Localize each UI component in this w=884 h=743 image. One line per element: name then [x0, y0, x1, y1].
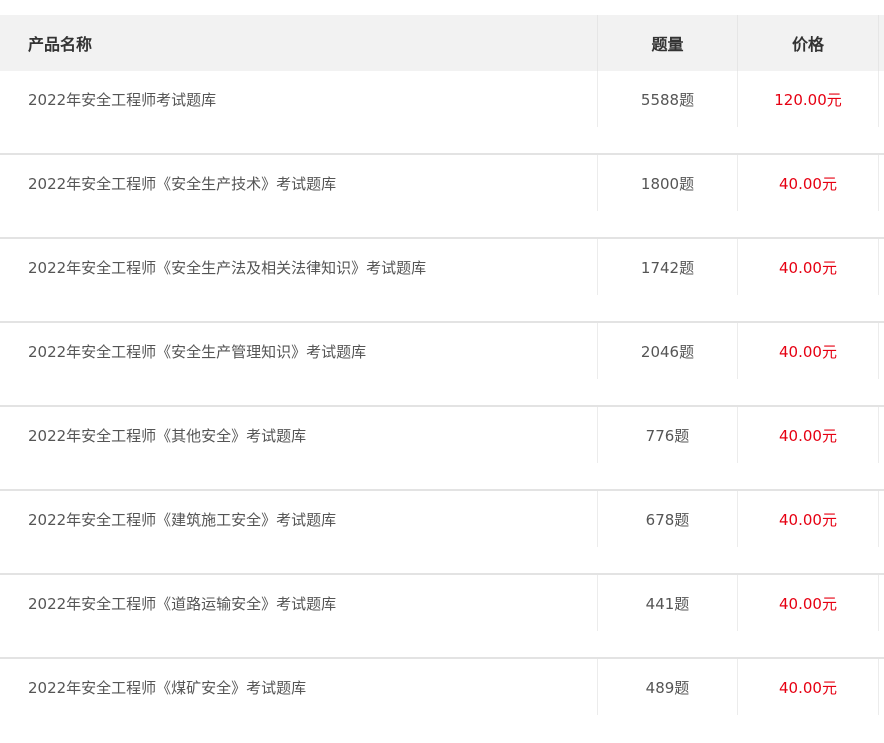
- table-header: 产品名称 题量 价格: [0, 15, 884, 71]
- product-name[interactable]: 2022年安全工程师《安全生产管理知识》考试题库: [0, 323, 597, 379]
- price: 40.00元: [737, 323, 878, 379]
- question-count: 776题: [597, 407, 737, 463]
- extra-column: [878, 323, 884, 379]
- question-count: 1800题: [597, 155, 737, 211]
- table-row[interactable]: 2022年安全工程师《安全生产法及相关法律知识》考试题库 1742题 40.00…: [0, 239, 884, 323]
- table-row[interactable]: 2022年安全工程师考试题库 5588题 120.00元: [0, 71, 884, 155]
- table-row[interactable]: 2022年安全工程师《其他安全》考试题库 776题 40.00元: [0, 407, 884, 491]
- price: 40.00元: [737, 659, 878, 715]
- price: 40.00元: [737, 407, 878, 463]
- question-count: 5588题: [597, 71, 737, 127]
- header-question-count: 题量: [597, 15, 737, 71]
- header-product-name: 产品名称: [28, 35, 93, 54]
- product-name[interactable]: 2022年安全工程师《建筑施工安全》考试题库: [0, 491, 597, 547]
- table-row[interactable]: 2022年安全工程师《建筑施工安全》考试题库 678题 40.00元: [0, 491, 884, 575]
- price: 40.00元: [737, 575, 878, 631]
- question-count: 678题: [597, 491, 737, 547]
- question-count: 489题: [597, 659, 737, 715]
- price: 40.00元: [737, 491, 878, 547]
- price: 120.00元: [737, 71, 878, 127]
- extra-column: [878, 659, 884, 715]
- product-name[interactable]: 2022年安全工程师考试题库: [0, 71, 597, 127]
- question-count: 441题: [597, 575, 737, 631]
- extra-column: [878, 407, 884, 463]
- header-price: 价格: [737, 15, 878, 71]
- table-row[interactable]: 2022年安全工程师《安全生产技术》考试题库 1800题 40.00元: [0, 155, 884, 239]
- question-count: 1742题: [597, 239, 737, 295]
- header-extra-column: [878, 15, 884, 71]
- table-row[interactable]: 2022年安全工程师《煤矿安全》考试题库 489题 40.00元: [0, 659, 884, 743]
- price: 40.00元: [737, 155, 878, 211]
- extra-column: [878, 575, 884, 631]
- table-row[interactable]: 2022年安全工程师《道路运输安全》考试题库 441题 40.00元: [0, 575, 884, 659]
- product-name[interactable]: 2022年安全工程师《煤矿安全》考试题库: [0, 659, 597, 715]
- extra-column: [878, 491, 884, 547]
- question-count: 2046题: [597, 323, 737, 379]
- product-name[interactable]: 2022年安全工程师《安全生产技术》考试题库: [0, 155, 597, 211]
- price: 40.00元: [737, 239, 878, 295]
- product-name[interactable]: 2022年安全工程师《安全生产法及相关法律知识》考试题库: [0, 239, 597, 295]
- table-row[interactable]: 2022年安全工程师《安全生产管理知识》考试题库 2046题 40.00元: [0, 323, 884, 407]
- extra-column: [878, 155, 884, 211]
- product-name[interactable]: 2022年安全工程师《其他安全》考试题库: [0, 407, 597, 463]
- extra-column: [878, 71, 884, 127]
- product-name[interactable]: 2022年安全工程师《道路运输安全》考试题库: [0, 575, 597, 631]
- product-table: 产品名称 题量 价格 2022年安全工程师考试题库 5588题 120.00元 …: [0, 15, 884, 743]
- extra-column: [878, 239, 884, 295]
